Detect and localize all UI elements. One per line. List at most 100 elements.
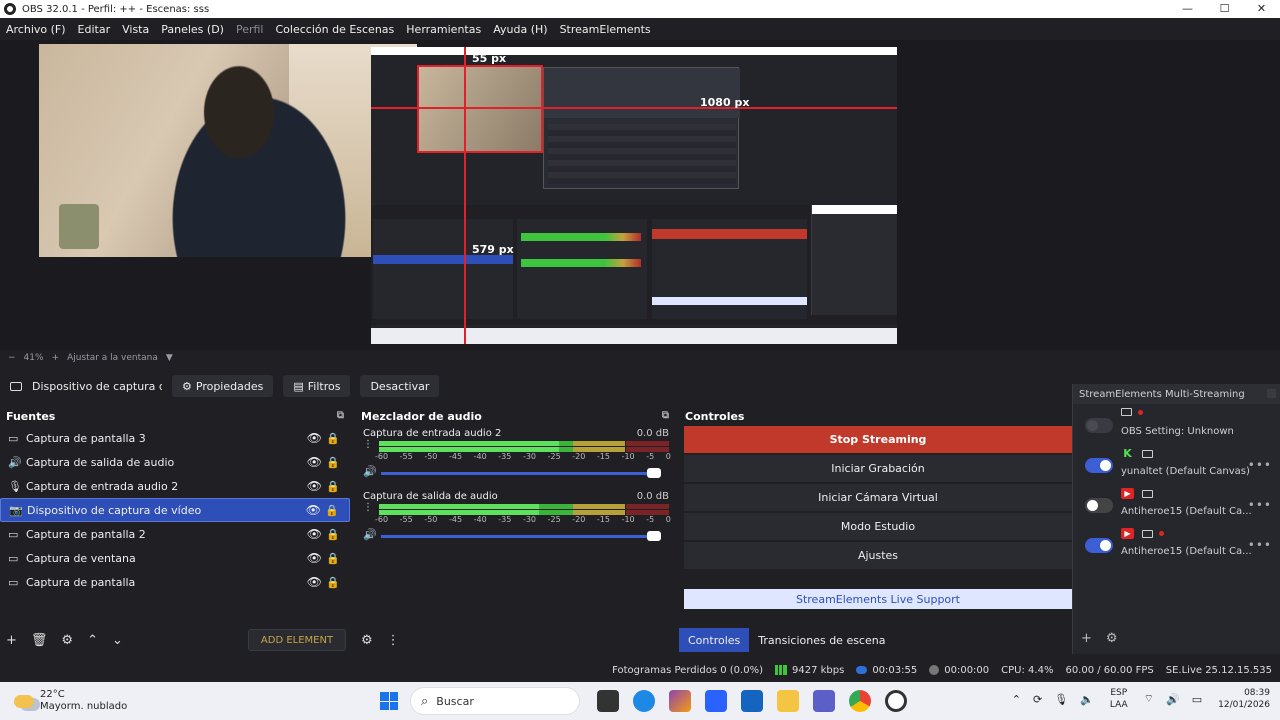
arrow-down-icon[interactable]: ⌄ (112, 633, 123, 648)
folder-icon[interactable] (777, 690, 799, 712)
speaker-icon[interactable]: 🔊 (363, 465, 377, 478)
screen-capture-source[interactable] (371, 47, 897, 344)
live-support-button[interactable]: StreamElements Live Support (684, 589, 1072, 609)
microphone-icon[interactable]: 🎙 (1054, 693, 1068, 706)
teams-icon[interactable] (813, 690, 835, 712)
speaker-icon[interactable]: 🔈 (1080, 693, 1094, 706)
destination-toggle[interactable] (1085, 538, 1113, 553)
vertical-dots-icon[interactable]: ⋮ (387, 633, 400, 648)
lock-icon[interactable]: 🔒 (326, 432, 340, 445)
more-options-icon[interactable]: ••• (1248, 458, 1272, 472)
start-recording-button[interactable]: Iniciar Grabación (684, 455, 1072, 482)
zoom-out-button[interactable]: − (8, 353, 16, 363)
chevron-down-icon[interactable]: ▼ (166, 353, 173, 363)
add-source-icon[interactable]: + (6, 633, 17, 648)
destination-toggle[interactable] (1085, 418, 1113, 433)
mixer-settings-icon[interactable]: ⚙ (361, 633, 373, 648)
volume-slider[interactable] (381, 535, 655, 538)
destination-toggle[interactable] (1085, 458, 1113, 473)
source-item[interactable]: 📷 Dispositivo de captura de vídeo 👁 🔒 (0, 498, 350, 522)
stop-streaming-button[interactable]: Stop Streaming (684, 426, 1072, 453)
lock-icon[interactable]: 🔒 (326, 480, 340, 493)
obs-taskbar-icon[interactable] (885, 690, 907, 712)
speaker-icon[interactable]: 🔊 (363, 528, 377, 541)
wifi-icon[interactable]: ⌔ (1144, 692, 1154, 706)
lock-icon[interactable]: 🔒 (326, 576, 340, 589)
taskbar-search[interactable]: ⌕ Buscar (410, 687, 580, 715)
maximize-button[interactable]: ☐ (1206, 0, 1243, 18)
eye-icon[interactable]: 👁 (307, 479, 322, 493)
eye-icon[interactable]: 👁 (307, 527, 322, 541)
eye-icon[interactable]: 👁 (307, 431, 322, 445)
destination-toggle[interactable] (1085, 498, 1113, 513)
language-indicator[interactable]: ESP LAA (1110, 687, 1128, 711)
settings-button[interactable]: Ajustes (684, 542, 1072, 569)
source-item[interactable]: ▭ Captura de pantalla 👁 🔒 (0, 570, 350, 594)
menu-ayuda[interactable]: Ayuda (H) (493, 23, 547, 36)
menu-paneles[interactable]: Paneles (D) (161, 23, 224, 36)
arrow-up-icon[interactable]: ⌃ (87, 633, 98, 648)
gear-icon[interactable]: ⚙ (1106, 631, 1118, 646)
eye-icon[interactable]: 👁 (307, 455, 322, 469)
lock-icon[interactable]: 🔒 (326, 528, 340, 541)
chevron-up-icon[interactable]: ⌃ (1012, 693, 1021, 706)
vertical-dots-icon[interactable]: ⋮ (363, 503, 373, 513)
battery-icon[interactable]: ▭ (1192, 693, 1202, 706)
zoom-in-button[interactable]: + (52, 353, 60, 363)
studio-mode-button[interactable]: Modo Estudio (684, 513, 1072, 540)
taskview-icon[interactable] (597, 690, 619, 712)
menu-herramientas[interactable]: Herramientas (406, 23, 481, 36)
gear-icon[interactable]: ⚙ (61, 633, 73, 648)
weather-widget[interactable]: 22°C Mayorm. nublado (14, 689, 127, 713)
eye-icon[interactable]: 👁 (307, 575, 322, 589)
outlook-icon[interactable] (741, 690, 763, 712)
more-options-icon[interactable]: ••• (1248, 538, 1272, 552)
chrome-icon[interactable] (849, 690, 871, 712)
vertical-dots-icon[interactable]: ⋮ (363, 440, 373, 450)
volume-slider-knob[interactable] (647, 468, 661, 478)
filters-button[interactable]: ▤ Filtros (283, 375, 351, 397)
scene-preview[interactable]: 55 px 1080 px 579 px (0, 40, 1280, 350)
close-button[interactable]: ✕ (1243, 0, 1280, 18)
copilot-icon[interactable] (669, 690, 691, 712)
source-item[interactable]: 🔊 Captura de salida de audio 👁 🔒 (0, 450, 350, 474)
lock-icon[interactable]: 🔒 (326, 552, 340, 565)
clock[interactable]: 08:39 12/01/2026 (1218, 687, 1270, 711)
tab-transiciones[interactable]: Transiciones de escena (749, 628, 894, 652)
menu-archivo[interactable]: Archivo (F) (6, 23, 66, 36)
source-item[interactable]: 🎙 Captura de entrada audio 2 👁 🔒 (0, 474, 350, 498)
edge-icon[interactable] (633, 690, 655, 712)
tab-controles[interactable]: Controles (679, 628, 750, 652)
add-element-button[interactable]: ADD ELEMENT (248, 629, 346, 651)
eye-icon[interactable]: 👁 (307, 551, 322, 565)
lock-icon[interactable]: 🔒 (326, 456, 340, 469)
more-options-icon[interactable]: ••• (1248, 498, 1272, 512)
undock-icon[interactable]: ⧉ (662, 410, 669, 421)
menu-perfil[interactable]: Perfil (236, 23, 264, 36)
menu-editar[interactable]: Editar (78, 23, 111, 36)
webcam-feed[interactable] (39, 44, 417, 257)
windows-start-icon[interactable] (380, 692, 398, 710)
trash-icon[interactable]: 🗑 (31, 633, 48, 648)
menu-vista[interactable]: Vista (122, 23, 149, 36)
store-icon[interactable] (705, 690, 727, 712)
undock-icon[interactable]: ⧉ (337, 410, 344, 421)
fit-window-button[interactable]: Ajustar a la ventana (67, 353, 158, 363)
close-icon[interactable] (1267, 389, 1276, 398)
volume-slider[interactable] (381, 472, 655, 475)
volume-icon[interactable]: 🔊 (1166, 693, 1180, 706)
start-virtual-cam-button[interactable]: Iniciar Cámara Virtual (684, 484, 1072, 511)
source-item[interactable]: ▭ Captura de ventana 👁 🔒 (0, 546, 350, 570)
menu-coleccion-escenas[interactable]: Colección de Escenas (276, 23, 395, 36)
volume-slider-knob[interactable] (647, 531, 661, 541)
source-item[interactable]: ▭ Captura de pantalla 2 👁 🔒 (0, 522, 350, 546)
lock-icon[interactable]: 🔒 (325, 504, 339, 517)
minimize-button[interactable]: — (1169, 0, 1206, 18)
deactivate-button[interactable]: Desactivar (360, 375, 440, 397)
menu-streamelements[interactable]: StreamElements (560, 23, 651, 36)
source-item[interactable]: ▭ Captura de pantalla 3 👁 🔒 (0, 426, 350, 450)
sync-icon[interactable]: ⟳ (1033, 693, 1042, 706)
add-destination-icon[interactable]: + (1081, 631, 1092, 646)
eye-icon[interactable]: 👁 (306, 503, 321, 517)
properties-button[interactable]: ⚙ Propiedades (172, 375, 274, 397)
